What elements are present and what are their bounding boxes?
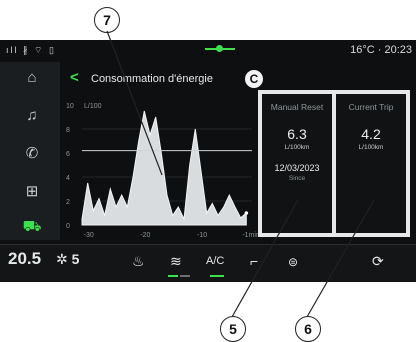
callout-leaders (106, 30, 375, 318)
leader-7 (106, 30, 163, 176)
leader-5 (231, 199, 299, 318)
callout-6: 6 (295, 316, 321, 342)
callout-5: 5 (220, 316, 246, 342)
leader-6 (306, 199, 375, 318)
